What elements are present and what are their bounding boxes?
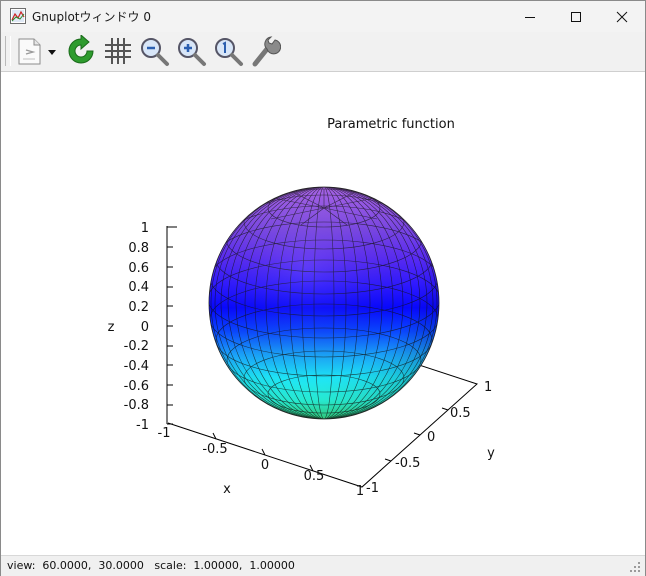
z-tick-label: 0.8 — [128, 241, 149, 256]
toolbar-grip[interactable] — [5, 36, 11, 66]
close-button[interactable] — [599, 1, 645, 32]
plot-canvas: Parametric function 1 0.8 0.6 0.4 0.2 0 — [108, 117, 496, 499]
y-tick-label: 1 — [484, 380, 492, 395]
replot-icon[interactable] — [65, 35, 97, 67]
x-tick-labels: -1 -0.5 0 0.5 1 — [158, 426, 365, 499]
close-icon — [616, 11, 628, 22]
y-axis-label: y — [487, 446, 495, 461]
y-tick-label: -1 — [366, 481, 379, 496]
x-tick-label: -1 — [158, 426, 171, 441]
gnuplot-window: Gnuplotウィンドウ 0 Parametric function 1 0.8… — [0, 0, 646, 576]
z-tick-label: -1 — [136, 418, 149, 433]
status-view-scale: view: 60.0000, 30.0000 scale: 1.00000, 1… — [7, 559, 295, 572]
dropdown-arrow-icon[interactable] — [45, 35, 59, 67]
settings-wrench-icon[interactable] — [249, 35, 281, 67]
y-tick-label: 0 — [427, 430, 435, 445]
z-tick-label: 0.4 — [128, 280, 149, 295]
z-tick-label: -0.4 — [124, 359, 149, 374]
z-tick-label: 0.6 — [128, 261, 149, 276]
z-tick-label: -0.8 — [124, 398, 149, 413]
minimize-button[interactable] — [507, 1, 553, 32]
x-tick-label: -0.5 — [202, 442, 227, 457]
y-tick-label: -0.5 — [395, 456, 420, 471]
sphere-surface — [208, 186, 440, 420]
z-axis-label: z — [108, 320, 115, 335]
maximize-button[interactable] — [553, 1, 599, 32]
z-tick-label: 0 — [141, 320, 149, 335]
status-bar: view: 60.0000, 30.0000 scale: 1.00000, 1… — [1, 555, 645, 576]
x-tick-label: 0 — [261, 458, 269, 473]
copy-icon[interactable] — [14, 35, 46, 67]
gnuplot-app-icon — [10, 8, 26, 24]
y-tick-label: 0.5 — [450, 406, 471, 421]
window-title: Gnuplotウィンドウ 0 — [32, 10, 151, 24]
plot-area[interactable]: Parametric function 1 0.8 0.6 0.4 0.2 0 — [1, 72, 645, 555]
x-tick-label: 0.5 — [304, 469, 325, 484]
grid-icon[interactable] — [102, 35, 134, 67]
z-tick-label: -0.6 — [124, 379, 149, 394]
zoom-out-icon[interactable] — [138, 35, 170, 67]
x-tick-label: 1 — [356, 484, 364, 499]
y-axis-ticks — [384, 407, 449, 462]
toolbar — [1, 32, 645, 72]
z-tick-label: 1 — [141, 221, 149, 236]
minimize-icon — [525, 16, 535, 18]
zoom-in-icon[interactable] — [175, 35, 207, 67]
resize-grip-icon[interactable] — [629, 561, 641, 573]
plot-title: Parametric function — [327, 117, 455, 132]
x-axis-label: x — [223, 482, 231, 497]
zoom-reset-icon[interactable] — [212, 35, 244, 67]
z-tick-label: -0.2 — [124, 339, 149, 354]
z-tick-labels: 1 0.8 0.6 0.4 0.2 0 -0.2 -0.4 -0.6 -0.8 … — [124, 221, 149, 433]
title-bar: Gnuplotウィンドウ 0 — [1, 1, 645, 32]
z-tick-label: 0.2 — [128, 300, 149, 315]
maximize-icon — [571, 11, 581, 22]
z-axis-ticks — [167, 226, 177, 425]
